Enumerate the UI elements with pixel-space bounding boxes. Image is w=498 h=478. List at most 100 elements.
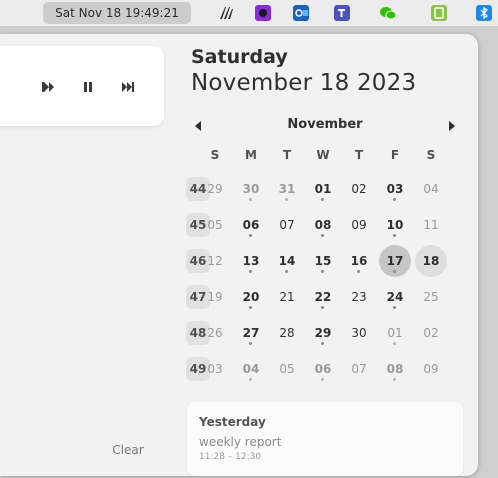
skip-previous-icon	[42, 82, 54, 92]
calendar-day[interactable]: 03	[379, 173, 411, 205]
obs-icon[interactable]	[255, 5, 271, 21]
event-indicator-dot	[285, 198, 288, 201]
calendar-day[interactable]: 13	[235, 245, 267, 277]
calendar-day-label: 12	[207, 254, 223, 268]
calendar-day-label: 30	[351, 326, 367, 340]
calendar-day[interactable]: 26	[199, 317, 231, 349]
calendar-day[interactable]: 16	[343, 245, 375, 277]
clear-notifications-button[interactable]: Clear	[100, 438, 156, 462]
teams-icon[interactable]	[334, 5, 350, 21]
calendar-day[interactable]: 23	[343, 281, 375, 313]
calendar-day[interactable]: 24	[379, 281, 411, 313]
calendar-day[interactable]: 30	[235, 173, 267, 205]
calendar-day[interactable]: 07	[343, 353, 375, 385]
calendar-day[interactable]: 09	[415, 353, 447, 385]
calendar-day[interactable]: 02	[343, 173, 375, 205]
event-time: 11:28 – 12:30	[199, 452, 262, 462]
calendar-day[interactable]: 27	[235, 317, 267, 349]
previous-month-button[interactable]	[186, 114, 210, 138]
weekday-header: M	[245, 148, 257, 162]
pause-button[interactable]	[77, 76, 99, 98]
full-date-heading: November 18 2023	[191, 70, 417, 96]
skip-next-button[interactable]	[117, 76, 139, 98]
month-label[interactable]: November	[264, 117, 386, 132]
skip-next-icon	[122, 82, 134, 92]
calendar-day-label: 02	[423, 326, 439, 340]
event-indicator-dot	[249, 198, 252, 201]
event-indicator-dot	[249, 342, 252, 345]
calendar-day-label: 08	[314, 218, 332, 232]
clipboard-icon[interactable]	[431, 5, 447, 21]
calendar-day-label: 07	[279, 218, 295, 232]
event-indicator-dot	[249, 270, 252, 273]
calendar-day[interactable]: 10	[379, 209, 411, 241]
outlook-icon[interactable]	[293, 5, 309, 21]
calendar-day-label: 04	[423, 182, 439, 196]
calendar-day-label: 09	[351, 218, 367, 232]
calendar-day[interactable]: 01	[307, 173, 339, 205]
calendar-day[interactable]: 04	[415, 173, 447, 205]
calendar-pane: Saturday November 18 2023 November S M T W T…	[178, 34, 478, 476]
calendar-day-label: 05	[207, 218, 223, 232]
calendar-day-label: 09	[423, 362, 439, 376]
calendar-day[interactable]: 12	[199, 245, 231, 277]
calendar-day[interactable]: 21	[271, 281, 303, 313]
calendar-day[interactable]: 07	[271, 209, 303, 241]
calendar-day-label: 01	[314, 182, 332, 196]
calendar-day[interactable]: 30	[343, 317, 375, 349]
calendar-day[interactable]: 03	[199, 353, 231, 385]
weekday-header: T	[354, 148, 364, 162]
event-indicator-dot	[285, 270, 288, 273]
calendar-day-label: 25	[423, 290, 439, 304]
calendar-day[interactable]: 05	[199, 209, 231, 241]
event-indicator-dot	[321, 234, 324, 237]
weekday-header: S	[426, 148, 436, 162]
calendar-day-label: 31	[278, 182, 296, 196]
calendar-day[interactable]: 18	[415, 245, 447, 277]
calendar-day[interactable]: 14	[271, 245, 303, 277]
calendar-day[interactable]: 29	[307, 317, 339, 349]
calendar-day[interactable]: 31	[271, 173, 303, 205]
next-month-button[interactable]	[440, 114, 464, 138]
focuswriter-icon[interactable]	[218, 5, 234, 21]
calendar-day[interactable]: 01	[379, 317, 411, 349]
calendar-day[interactable]: 06	[235, 209, 267, 241]
calendar-day[interactable]: 20	[235, 281, 267, 313]
calendar-day[interactable]: 08	[379, 353, 411, 385]
calendar-day-label: 13	[242, 254, 260, 268]
wechat-icon[interactable]	[379, 5, 397, 21]
events-section: Yesterday weekly report 11:28 – 12:30	[187, 402, 463, 476]
clock-button[interactable]: Sat Nov 18 19:49:21	[43, 2, 191, 24]
calendar-day[interactable]: 08	[307, 209, 339, 241]
calendar-day[interactable]: 29	[199, 173, 231, 205]
calendar-day[interactable]: 02	[415, 317, 447, 349]
calendar-day[interactable]: 28	[271, 317, 303, 349]
calendar-day[interactable]: 05	[271, 353, 303, 385]
event-indicator-dot	[321, 198, 324, 201]
event-indicator-dot	[393, 234, 396, 237]
bluetooth-icon[interactable]	[476, 5, 492, 21]
calendar-day[interactable]: 06	[307, 353, 339, 385]
calendar-day[interactable]: 11	[415, 209, 447, 241]
calendar-day[interactable]: 22	[307, 281, 339, 313]
calendar-day-label: 17	[386, 254, 404, 268]
calendar-day-label: 01	[387, 326, 403, 340]
weekday-header: S	[210, 148, 220, 162]
skip-previous-button[interactable]	[37, 76, 59, 98]
event-title[interactable]: weekly report	[199, 435, 281, 449]
calendar-day-label: 11	[423, 218, 439, 232]
event-indicator-dot	[321, 342, 324, 345]
weekday-header: T	[282, 148, 292, 162]
calendar-day[interactable]: 15	[307, 245, 339, 277]
calendar-day-label: 19	[207, 290, 223, 304]
calendar-day[interactable]: 09	[343, 209, 375, 241]
calendar-day-label: 06	[314, 362, 332, 376]
calendar-day[interactable]: 25	[415, 281, 447, 313]
notification-pane: Clear	[0, 34, 178, 476]
calendar-day[interactable]: 17	[379, 245, 411, 277]
calendar-day[interactable]: 19	[199, 281, 231, 313]
calendar-day[interactable]: 04	[235, 353, 267, 385]
calendar-day-label: 23	[351, 290, 367, 304]
date-menu-popover: Clear Saturday November 18 2023 November…	[0, 34, 478, 476]
calendar-day-label: 15	[314, 254, 332, 268]
